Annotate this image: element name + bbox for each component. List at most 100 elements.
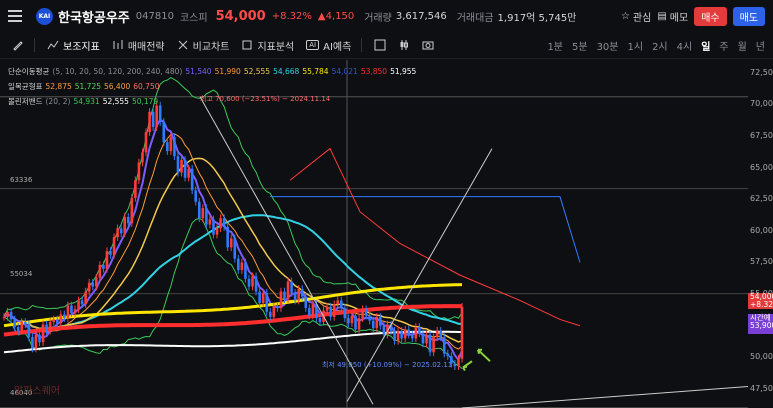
legend-bollinger-name: 볼린저밴드: [8, 97, 43, 106]
legend-value-0-1: 51,990: [214, 67, 241, 76]
candle-body-38: [137, 162, 141, 181]
low-annotation: 최저 49,050 (+10.09%) − 2025.02.11: [322, 361, 453, 369]
favorite-button[interactable]: ☆ 관심: [621, 9, 651, 24]
timeframe-5[interactable]: 4시: [677, 38, 693, 53]
candle-body-62: [222, 218, 226, 228]
candle-type-button[interactable]: [398, 39, 410, 51]
toolbar-analysis[interactable]: 지표분석: [241, 38, 294, 53]
candle-body-9: [34, 334, 38, 349]
candle-body-12: [45, 324, 48, 331]
candle-body-49: [176, 156, 180, 173]
candle-body-89: [318, 318, 322, 322]
candle-body-40: [144, 132, 148, 153]
candle-body-33: [119, 228, 123, 234]
candle-body-5: [20, 321, 24, 331]
legend-value-0-2: 52,555: [243, 67, 271, 76]
candle-body-32: [116, 228, 119, 238]
timeframe-8[interactable]: 월: [738, 38, 747, 53]
candle-body-86: [308, 308, 311, 316]
candle-body-46: [166, 142, 169, 152]
toolbar-indicators[interactable]: 보조지표: [47, 38, 100, 53]
legend-value-0-6: 53,850: [360, 67, 388, 76]
axis-tick-6: 57,500: [750, 257, 773, 267]
stock-name[interactable]: 한국항공우주: [58, 7, 130, 26]
memo-button[interactable]: ▤ 메모: [657, 9, 688, 24]
timeframe-0[interactable]: 1분: [547, 38, 563, 53]
candle-body-84: [300, 289, 304, 297]
sell-button[interactable]: 매도: [732, 6, 765, 26]
chart-toolbar: 보조지표 매매전략 비교차트 지표분석 AI AI예측 1분 5분 30분 1시 2시 4시…: [0, 32, 773, 59]
candle-body-3: [13, 319, 16, 328]
checkbox-button[interactable]: [374, 39, 386, 51]
candle-body-115: [410, 334, 414, 339]
price-chart[interactable]: 단순이동평균 (5, 10, 20, 50, 120, 200, 240, 480…: [0, 60, 749, 408]
toolbar-strategy[interactable]: 매매전략: [112, 38, 165, 53]
screenshot-button[interactable]: [422, 39, 434, 51]
amount-label: 거래대금: [456, 12, 494, 24]
legend-value-0-5: 54,021: [331, 67, 358, 76]
ichimoku-span-b: [289, 147, 581, 327]
candle-body-69: [247, 278, 251, 287]
favorite-label: 관심: [632, 12, 652, 24]
toolbar-compare[interactable]: 비교차트: [177, 38, 229, 53]
candle-body-76: [272, 306, 276, 317]
menu-icon[interactable]: [8, 10, 22, 22]
candle-body-94: [336, 300, 340, 305]
candle-body-112: [400, 330, 403, 339]
timeframe-9[interactable]: 년: [756, 38, 765, 53]
amount-value: 1,917억 5,745만: [497, 12, 577, 24]
candle-body-99: [354, 315, 357, 330]
high-annotation: 최고 70,600 (−23.51%) − 2024.11.14: [200, 95, 331, 103]
green-arrow-2: [462, 360, 473, 372]
candle-body-80: [286, 281, 290, 300]
timeframe-selector: 1분 5분 30분 1시 2시 4시 일 주 월 년: [547, 32, 773, 59]
candle-body-20: [73, 309, 77, 314]
candle-body-31: [112, 237, 116, 255]
timeframe-6[interactable]: 일: [701, 38, 710, 53]
timeframe-7[interactable]: 주: [719, 38, 728, 53]
candle-body-120: [428, 334, 432, 353]
timeframe-3[interactable]: 1시: [628, 38, 644, 53]
candle-body-124: [442, 337, 446, 354]
price-axis[interactable]: 72,500 70,000 67,500 65,000 62,500 60,000 57,5…: [748, 60, 773, 408]
candle-body-64: [229, 238, 233, 248]
candle-body-73: [261, 292, 265, 303]
candle-body-41: [148, 111, 151, 133]
base-price-value: 53,900: [750, 321, 773, 330]
candle-body-117: [418, 327, 421, 334]
candle-body-16: [59, 314, 63, 324]
axis-tick-5: 60,000: [750, 225, 773, 235]
timeframe-2[interactable]: 30분: [597, 38, 619, 53]
analysis-icon: [242, 40, 252, 50]
candle-body-24: [87, 282, 91, 292]
buy-button[interactable]: 매수: [694, 6, 727, 26]
strategy-icon: [113, 40, 123, 49]
candle-body-21: [77, 300, 80, 310]
chart-canvas[interactable]: [0, 60, 749, 408]
candle-body-67: [240, 262, 244, 271]
candle-body-10: [38, 334, 41, 343]
candle-body-92: [329, 306, 332, 317]
legend-value-1-3: 60,750: [133, 82, 160, 91]
stock-code: 047810: [135, 10, 174, 22]
candle-body-77: [276, 306, 279, 309]
candle-body-2: [9, 311, 13, 320]
level-label-1: 63336: [10, 176, 33, 184]
candle-body-48: [173, 137, 176, 157]
toolbar-ai-predict[interactable]: AI AI예측: [306, 38, 351, 53]
draw-tool-button[interactable]: [12, 39, 24, 51]
timeframe-4[interactable]: 2시: [652, 38, 668, 53]
candle-icon: [400, 40, 409, 50]
candle-body-129: [460, 306, 464, 359]
axis-tick-1: 70,000: [750, 99, 773, 109]
axis-tick-2: 67,500: [750, 130, 773, 140]
trend-line-3: [461, 385, 749, 408]
candle-body-58: [208, 219, 212, 225]
candle-body-60: [215, 228, 219, 235]
candle-body-106: [379, 316, 382, 326]
timeframe-1[interactable]: 5분: [572, 38, 588, 53]
candle-body-57: [205, 208, 208, 225]
candle-body-127: [453, 363, 457, 367]
candle-body-35: [126, 216, 130, 224]
candle-body-55: [197, 201, 201, 219]
